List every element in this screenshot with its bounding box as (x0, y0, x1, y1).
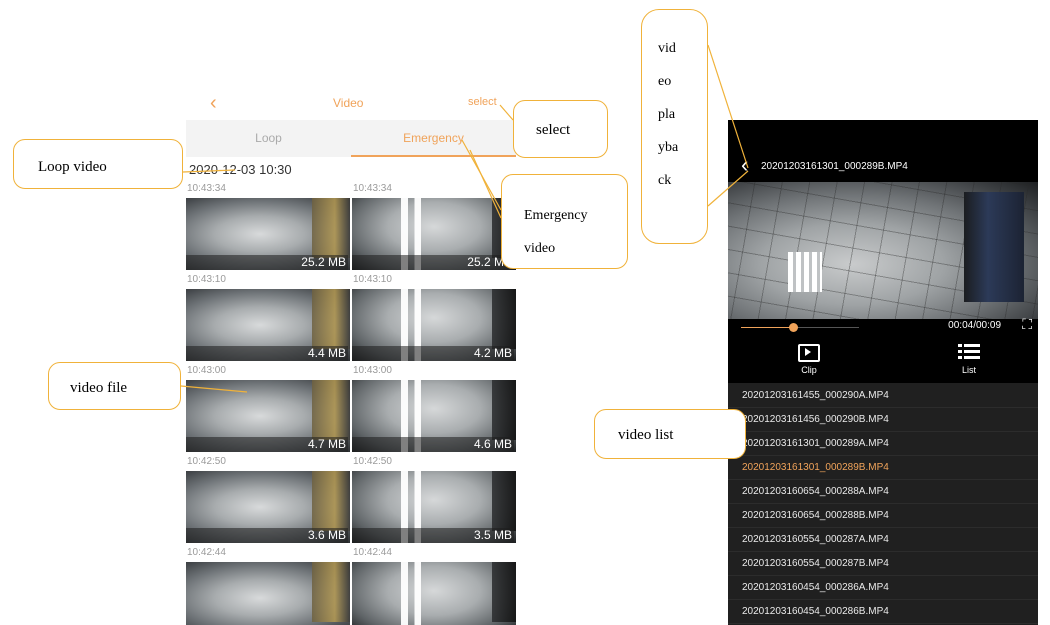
video-time: 10:42:44 (353, 547, 392, 558)
player-header: ‹ 20201203161301_000289B.MP4 (728, 120, 1038, 182)
video-time: 10:42:50 (353, 456, 392, 467)
active-tab-indicator (351, 155, 516, 157)
callout-line: video (524, 241, 556, 256)
grid-row: 10:43:00 10:43:00 4.7 MB 4.6 MB (186, 365, 516, 460)
progress-knob[interactable] (788, 323, 798, 332)
callout-select: select (513, 100, 608, 158)
video-time: 10:42:50 (187, 456, 226, 467)
clip-icon (798, 344, 820, 362)
callout-emergency-video: Emergency video (501, 174, 628, 269)
playback-controls: 00:04/00:09 ⛶ (728, 316, 1038, 337)
video-time: 10:43:10 (353, 274, 392, 285)
list-item[interactable]: 20201203160454_000286B.MP4 (728, 600, 1038, 624)
callout-video-list: video list (594, 409, 746, 459)
callout-loop-video: Loop video (13, 139, 183, 189)
callout-line: eo (658, 74, 672, 89)
file-size: 25.2 MB (352, 255, 514, 270)
progress-slider[interactable] (741, 323, 859, 332)
video-time: 10:43:10 (187, 274, 226, 285)
callout-line: yba (658, 140, 679, 155)
callout-line: vid (658, 41, 676, 56)
video-thumbnail[interactable]: 3.5 MB (352, 471, 516, 543)
video-thumbnail[interactable]: 4.7 MB (186, 380, 350, 452)
gallery-header: ‹ Video select (186, 86, 516, 120)
video-thumbnail[interactable]: 3.6 MB (186, 471, 350, 543)
chevron-left-icon[interactable]: ‹ (741, 154, 748, 176)
chevron-left-icon[interactable]: ‹ (210, 92, 217, 115)
video-time: 10:42:44 (187, 547, 226, 558)
select-button[interactable]: select (468, 96, 497, 108)
fullscreen-icon[interactable]: ⛶ (1022, 316, 1032, 333)
video-playback-screen: ‹ 20201203161301_000289B.MP4 00:04/00:09… (728, 120, 1038, 625)
video-gallery-screen: ‹ Video select Loop Emergency 2020-12-03… (186, 86, 516, 625)
list-item[interactable]: 20201203161455_000290A.MP4 (728, 384, 1038, 408)
file-size: 4.6 MB (352, 437, 514, 452)
progress-fill (741, 327, 793, 328)
file-size: 25.2 MB (186, 255, 348, 270)
list-item[interactable]: 20201203160654_000288A.MP4 (728, 480, 1038, 504)
action-bar: Clip List (728, 337, 1038, 383)
clip-label: Clip (801, 365, 817, 375)
callout-video-playback: vid eo pla yba ck (641, 9, 708, 244)
list-button[interactable]: List (939, 341, 999, 375)
callout-line: pla (658, 107, 676, 122)
video-thumbnail[interactable]: 4.4 MB (186, 289, 350, 361)
video-thumbnail[interactable]: 25.2 MB (352, 198, 516, 270)
list-item[interactable]: 20201203160654_000288B.MP4 (728, 504, 1038, 528)
file-size: 3.6 MB (186, 528, 348, 543)
tab-emergency[interactable]: Emergency (351, 120, 516, 157)
grid-row: 10:42:50 10:42:50 3.6 MB 3.5 MB (186, 456, 516, 551)
video-thumbnail[interactable]: 4.2 MB (352, 289, 516, 361)
grid-row: 10:42:44 10:42:44 (186, 547, 516, 625)
file-size: 4.2 MB (352, 346, 514, 361)
page-title: Video (333, 96, 364, 110)
callout-line: ck (658, 173, 672, 188)
grid-row: 10:43:10 10:43:10 4.4 MB 4.2 MB (186, 274, 516, 369)
list-label: List (961, 365, 976, 375)
list-item[interactable]: 20201203161456_000290B.MP4 (728, 408, 1038, 432)
list-item[interactable]: 20201203160554_000287B.MP4 (728, 552, 1038, 576)
clip-button[interactable]: Clip (779, 341, 839, 375)
video-time: 10:43:00 (353, 365, 392, 376)
list-item[interactable]: 20201203160454_000286A.MP4 (728, 576, 1038, 600)
date-group-header: 2020-12-03 10:30 (189, 162, 292, 177)
video-time: 10:43:00 (187, 365, 226, 376)
list-item[interactable]: 20201203161301_000289A.MP4 (728, 432, 1038, 456)
callout-video-file: video file (48, 362, 181, 410)
list-item-active[interactable]: 20201203161301_000289B.MP4 (728, 456, 1038, 480)
video-thumbnail[interactable]: 4.6 MB (352, 380, 516, 452)
playing-filename: 20201203161301_000289B.MP4 (761, 161, 908, 172)
list-icon (958, 344, 980, 360)
video-thumbnail[interactable] (352, 562, 516, 625)
file-size: 4.7 MB (186, 437, 348, 452)
file-size: 4.4 MB (186, 346, 348, 361)
playback-time: 00:04/00:09 (948, 320, 1001, 331)
tab-loop[interactable]: Loop (186, 120, 351, 157)
video-time: 10:43:34 (353, 183, 392, 194)
video-list: 20201203161455_000290A.MP4 2020120316145… (728, 384, 1038, 624)
tab-bar: Loop Emergency (186, 120, 516, 157)
file-size: 3.5 MB (352, 528, 514, 543)
list-item[interactable]: 20201203160554_000287A.MP4 (728, 528, 1038, 552)
grid-row: 10:43:34 10:43:34 25.2 MB 25.2 MB (186, 183, 516, 278)
video-time: 10:43:34 (187, 183, 226, 194)
video-frame[interactable] (728, 182, 1038, 319)
video-thumbnail[interactable] (186, 562, 350, 625)
video-thumbnail[interactable]: 25.2 MB (186, 198, 350, 270)
callout-line: Emergency (524, 208, 588, 223)
